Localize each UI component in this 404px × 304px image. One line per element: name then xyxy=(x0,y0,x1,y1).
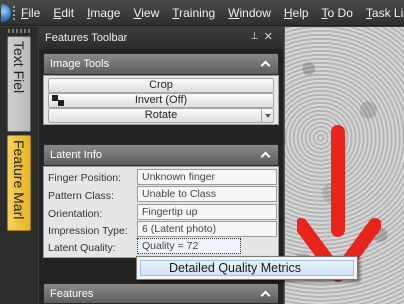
tab-strip-grip-icon[interactable] xyxy=(8,29,30,33)
panel-title: Features Toolbar xyxy=(45,32,128,44)
invert-button[interactable]: Invert (Off) xyxy=(48,93,274,108)
menu-help[interactable]: Help xyxy=(284,6,309,20)
finger-position-label: Finger Position: xyxy=(48,172,121,184)
menu-file[interactable]: File xyxy=(21,6,40,20)
latent-quality-field[interactable]: Quality = 72 xyxy=(137,238,241,254)
features-header[interactable]: Features xyxy=(43,283,279,304)
menu-window[interactable]: Window xyxy=(228,6,271,20)
orientation-label: Orientation: xyxy=(48,208,103,220)
tab-text-fields-label: Text Fiel xyxy=(11,41,27,94)
vertical-tab-strip: Text Fiel Feature Marl xyxy=(0,27,38,304)
latent-info-body: Finger Position: Unknown finger Pattern … xyxy=(43,166,279,258)
menu-to-do[interactable]: To Do xyxy=(322,6,353,20)
chevron-up-icon[interactable] xyxy=(260,60,271,71)
tab-feature-markup[interactable]: Feature Marl xyxy=(7,135,31,231)
orientation-field[interactable]: Fingertip up xyxy=(137,204,277,220)
menu-grip-icon xyxy=(13,6,16,20)
tab-feature-markup-label: Feature Marl xyxy=(11,140,27,220)
detailed-quality-metrics-menu-item[interactable]: Detailed Quality Metrics xyxy=(140,260,354,276)
crop-button-label: Crop xyxy=(149,79,173,91)
tab-text-fields[interactable]: Text Fiel xyxy=(7,36,31,132)
pin-icon[interactable]: ⊥ xyxy=(250,31,259,42)
chevron-up-icon[interactable] xyxy=(260,290,271,301)
menu-edit[interactable]: Edit xyxy=(53,6,74,20)
quality-context-menu: Detailed Quality Metrics xyxy=(136,256,358,280)
latent-quality-label: Latent Quality: xyxy=(48,242,116,254)
app-logo-icon[interactable] xyxy=(1,4,11,22)
invert-icon xyxy=(52,95,65,106)
crop-button[interactable]: Crop xyxy=(48,78,274,93)
menu-items: File Edit Image View Training Window Hel… xyxy=(21,0,404,26)
panel-title-bar: Features Toolbar ⊥ ✕ xyxy=(39,27,283,49)
pattern-class-field[interactable]: Unable to Class xyxy=(137,186,277,202)
image-tools-title: Image Tools xyxy=(50,58,110,70)
invert-button-label: Invert (Off) xyxy=(134,94,188,106)
menu-training[interactable]: Training xyxy=(172,6,215,20)
rotate-button[interactable]: Rotate xyxy=(48,108,274,123)
image-tools-header[interactable]: Image Tools xyxy=(43,53,279,75)
impression-type-label: Impression Type: xyxy=(48,225,128,237)
menu-bar: File Edit Image View Training Window Hel… xyxy=(0,0,404,26)
latent-info-title: Latent Info xyxy=(50,149,102,161)
rotate-button-label: Rotate xyxy=(144,109,178,121)
chevron-up-icon[interactable] xyxy=(260,151,271,162)
latent-info-header[interactable]: Latent Info xyxy=(43,144,279,166)
pattern-class-label: Pattern Class: xyxy=(48,190,114,202)
rotate-dropdown-icon[interactable] xyxy=(261,109,273,122)
finger-position-field[interactable]: Unknown finger xyxy=(137,169,277,185)
menu-view[interactable]: View xyxy=(133,6,159,20)
close-icon[interactable]: ✕ xyxy=(264,30,273,43)
features-title: Features xyxy=(50,288,94,300)
impression-type-field[interactable]: 6 (Latent photo) xyxy=(137,221,277,237)
menu-task-list[interactable]: Task List xyxy=(366,6,404,20)
image-tools-body: Crop Invert (Off) Rotate xyxy=(43,75,279,125)
menu-image[interactable]: Image xyxy=(87,6,120,20)
